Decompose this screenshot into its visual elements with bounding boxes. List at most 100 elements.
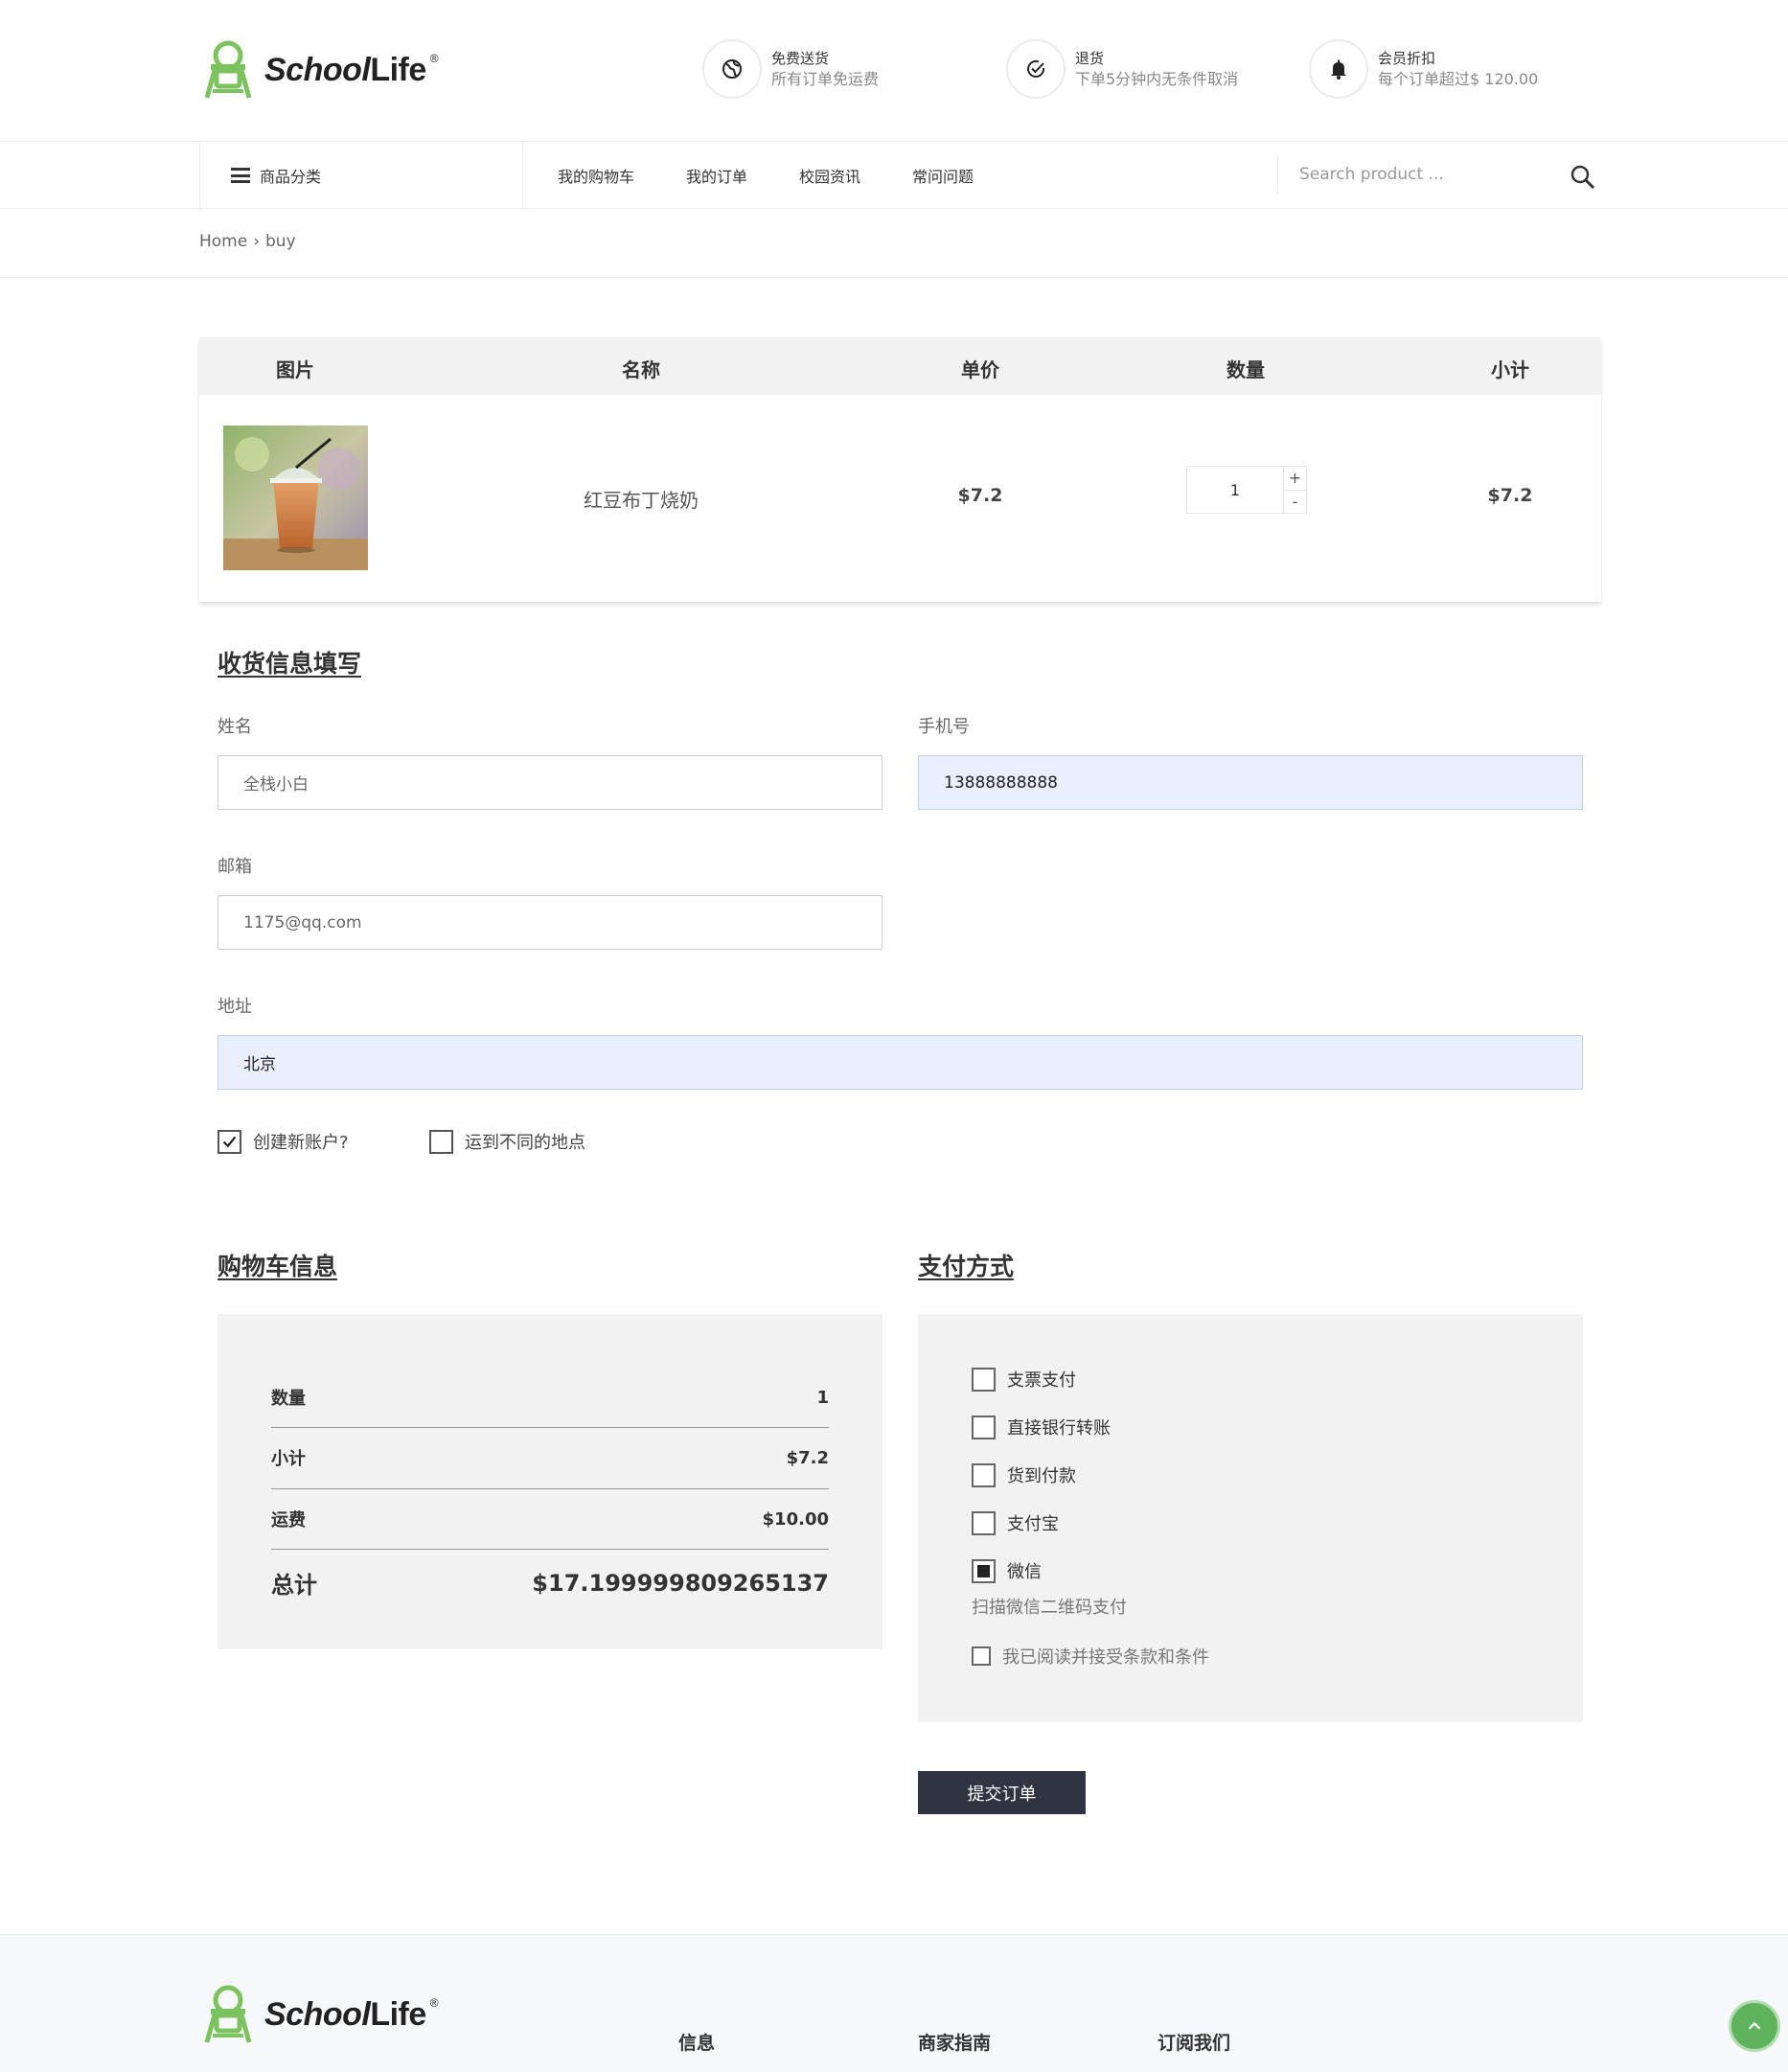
feature-title: 会员折扣 [1378,50,1436,67]
footer-heading-merchant-guide: 商家指南 [918,2033,992,2054]
footer: SchoolLife ® 信息 商家指南 订阅我们 [0,1934,1788,2072]
email-field[interactable] [218,895,883,950]
phone-label: 手机号 [918,717,970,737]
quantity-minus-button[interactable]: - [1284,491,1306,514]
breadcrumb-current: buy [265,232,296,251]
col-header-image: 图片 [276,358,314,381]
divider [271,1427,829,1428]
footer-heading-info: 信息 [678,2033,716,2054]
divider [271,1488,829,1489]
cart-table-header: 图片 名称 单价 数量 小计 [199,337,1601,395]
divider [271,1549,829,1550]
quantity-stepper: + - [1186,466,1307,514]
summary-row-quantity: 数量 1 [271,1387,829,1410]
hamburger-icon [231,168,250,183]
create-account-option[interactable]: 创建新账户? [218,1129,349,1154]
search-input[interactable] [1278,155,1537,194]
main-nav: 商品分类 我的购物车 我的订单 校园资讯 常问问题 [0,142,1788,209]
summary-row-total: 总计 $17.199999809265137 [271,1569,829,1600]
feature-desc: 下单5分钟内无条件取消 [1075,70,1239,88]
payment-option-cash-on-delivery[interactable]: 货到付款 [972,1462,1076,1487]
payment-checkbox[interactable] [972,1415,996,1439]
payment-checkbox-selected[interactable] [972,1558,996,1583]
payment-checkbox[interactable] [972,1510,996,1535]
breadcrumb-separator: › [253,232,261,251]
shipping-section-title: 收货信息填写 [218,650,362,678]
cart-table: 图片 名称 单价 数量 小计 红豆布丁烧奶 $7.2 1 + - $7.2 [199,337,1601,602]
col-header-name: 名称 [622,358,660,381]
create-account-label: 创建新账户? [253,1133,349,1153]
product-price: $7.2 [957,485,1003,506]
address-label: 地址 [218,997,252,1017]
footer-brand-logo[interactable]: SchoolLife ® [199,1983,439,2046]
payment-methods: 支票支付 直接银行转账 货到付款 支付宝 微信 扫描微信二维码支付 我已阅读并接… [918,1314,1583,1722]
col-header-price: 单价 [961,358,999,381]
col-header-subtotal: 小计 [1491,358,1529,381]
terms-checkbox[interactable] [972,1646,991,1666]
name-field[interactable] [218,755,883,810]
bell-icon [1331,59,1346,80]
nav-link-faq[interactable]: 常问问题 [912,164,974,187]
nav-links: 我的购物车 我的订单 校园资讯 常问问题 [558,142,1025,209]
feature-returns: 退货 下单5分钟内无条件取消 [1006,38,1238,100]
category-menu-button[interactable]: 商品分类 [199,142,523,209]
back-to-top-button[interactable] [1729,2000,1780,2052]
col-header-quantity: 数量 [1226,358,1265,381]
nav-link-orders[interactable]: 我的订单 [686,164,747,187]
feature-desc: 每个订单超过$ 120.00 [1378,70,1539,88]
payment-option-alipay[interactable]: 支付宝 [972,1510,1059,1535]
breadcrumb-home[interactable]: Home [199,232,247,251]
terms-label: 我已阅读并接受条款和条件 [1002,1647,1209,1668]
terms-option[interactable]: 我已阅读并接受条款和条件 [972,1644,1209,1669]
breadcrumb: Home › buy [199,232,296,251]
payment-section-title: 支付方式 [918,1253,1015,1280]
feature-desc: 所有订单免运费 [771,70,880,88]
payment-option-cheque[interactable]: 支票支付 [972,1367,1076,1392]
summary-row-subtotal: 小计 $7.2 [271,1447,829,1470]
mascot-logo-icon [204,40,252,99]
quantity-plus-button[interactable]: + [1284,467,1306,491]
feature-title: 退货 [1075,50,1105,67]
globe-icon [722,59,742,79]
feature-member-discount: 会员折扣 每个订单超过$ 120.00 [1309,38,1538,100]
email-label: 邮箱 [218,857,252,877]
brand-name: SchoolLife ® [264,1995,439,2033]
product-name[interactable]: 红豆布丁烧奶 [584,485,699,513]
product-image[interactable] [223,426,368,570]
search-icon[interactable] [1569,163,1597,192]
feature-free-shipping: 免费送货 所有订单免运费 [702,38,879,100]
summary-section-title: 购物车信息 [218,1253,338,1280]
feature-title: 免费送货 [771,50,830,67]
ship-different-label: 运到不同的地点 [465,1133,585,1153]
brand-name: SchoolLife ® [264,51,439,88]
top-header: SchoolLife ® 免费送货 所有订单免运费 退货 下单5分钟内无条件取消 … [0,0,1788,142]
brand-logo[interactable]: SchoolLife ® [199,38,439,102]
check-circle-icon [1027,59,1045,78]
quantity-input[interactable] [1187,467,1283,513]
ship-different-checkbox[interactable] [429,1129,453,1154]
payment-checkbox[interactable] [972,1462,996,1487]
address-field[interactable] [218,1035,1583,1090]
nav-link-cart[interactable]: 我的购物车 [558,164,634,187]
mascot-logo-icon [204,1985,252,2043]
payment-option-bank-transfer[interactable]: 直接银行转账 [972,1415,1111,1439]
phone-field[interactable] [918,755,1583,810]
breadcrumb-bar: Home › buy [0,209,1788,278]
payment-option-wechat[interactable]: 微信 [972,1558,1042,1583]
chevron-up-icon [1748,2021,1761,2030]
name-label: 姓名 [218,717,252,737]
wechat-pay-note: 扫描微信二维码支付 [972,1598,1127,1618]
submit-order-button[interactable]: 提交订单 [918,1771,1086,1814]
footer-heading-subscribe: 订阅我们 [1158,2033,1231,2054]
table-row: 红豆布丁烧奶 $7.2 + - $7.2 [199,395,1601,602]
summary-row-shipping: 运费 $10.00 [271,1508,829,1531]
ship-different-option[interactable]: 运到不同的地点 [429,1129,585,1154]
checkmark-icon [222,1136,237,1147]
search-box [1277,155,1597,194]
product-subtotal: $7.2 [1487,485,1533,506]
create-account-checkbox[interactable] [218,1129,241,1154]
cart-summary: 数量 1 小计 $7.2 运费 $10.00 总计 $17.1999998092… [218,1314,883,1649]
nav-link-campus-news[interactable]: 校园资讯 [799,164,860,187]
category-label: 商品分类 [260,168,322,186]
payment-checkbox[interactable] [972,1367,996,1392]
